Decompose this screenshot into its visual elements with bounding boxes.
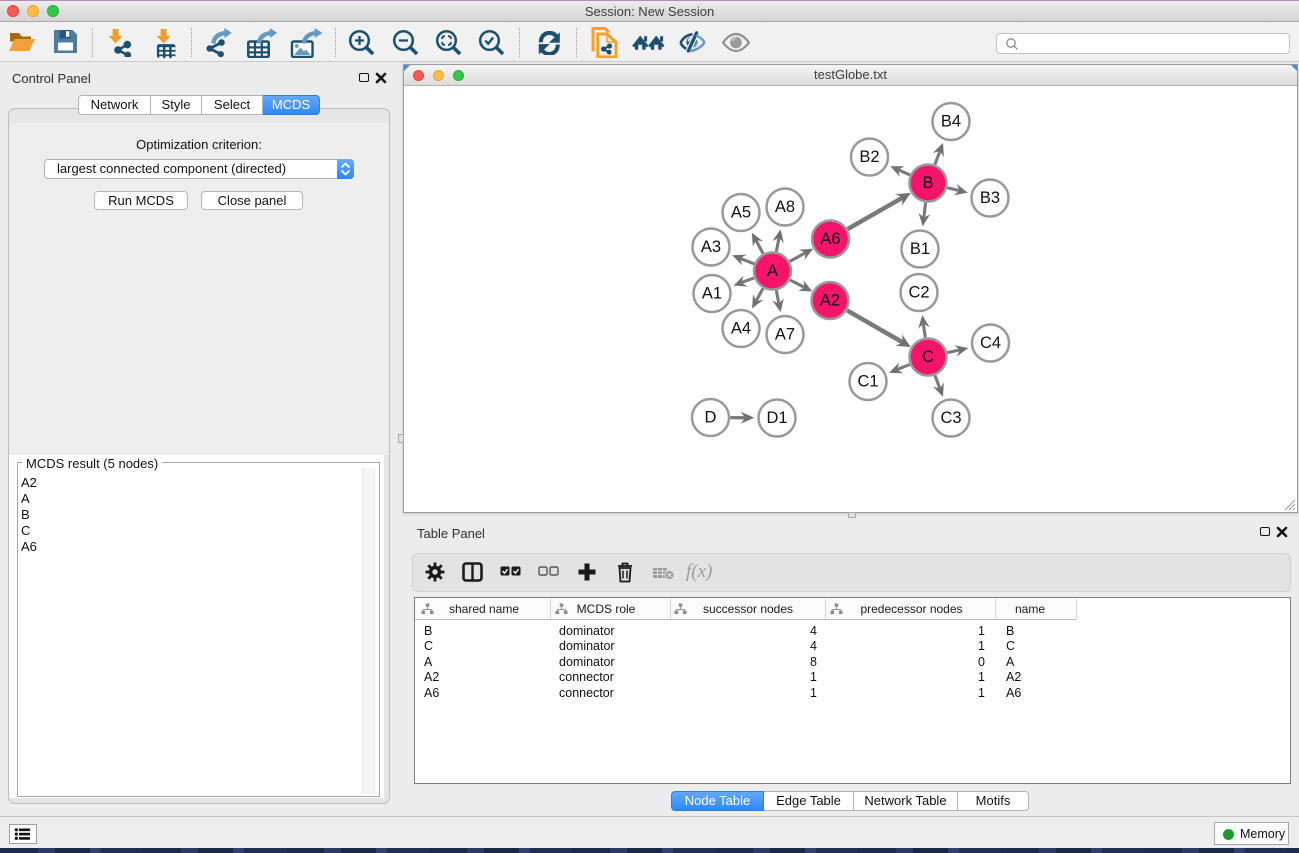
svg-text:A8: A8 [775,198,795,216]
svg-text:A3: A3 [701,238,721,256]
svg-text:A7: A7 [775,326,795,344]
svg-text:C2: C2 [908,284,929,302]
svg-text:B1: B1 [910,240,930,258]
svg-text:A6: A6 [820,230,840,248]
svg-text:A4: A4 [731,320,751,338]
svg-text:B4: B4 [941,113,961,131]
svg-text:D: D [705,409,717,427]
svg-text:C: C [922,348,934,366]
svg-text:A2: A2 [820,292,840,310]
svg-text:A: A [767,262,778,280]
svg-text:A5: A5 [731,204,751,222]
svg-text:C1: C1 [857,373,878,391]
svg-text:B2: B2 [859,148,879,166]
svg-text:B: B [922,174,933,192]
svg-text:C4: C4 [980,334,1001,352]
svg-text:A1: A1 [702,285,722,303]
svg-text:D1: D1 [766,409,787,427]
svg-text:B3: B3 [980,189,1000,207]
svg-text:C3: C3 [940,409,961,427]
